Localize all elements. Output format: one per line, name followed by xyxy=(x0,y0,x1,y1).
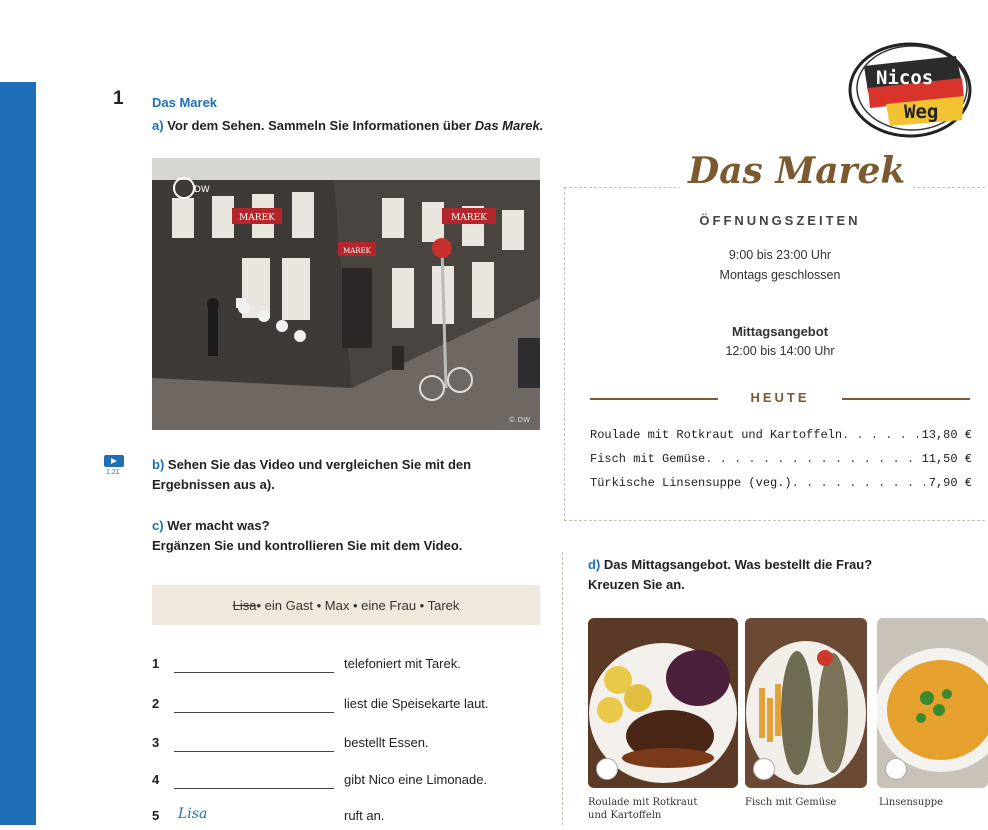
sentence-text: telefoniert mit Tarek. xyxy=(344,656,461,671)
menu-lunch-title: Mittagsangebot xyxy=(731,324,829,339)
sign-door: MAREK xyxy=(343,247,372,255)
menu-closed: Montags geschlossen xyxy=(719,268,841,282)
caption-fish: Fisch mit Gemüse xyxy=(745,797,837,808)
task-d-line1: Das Mittagsangebot. Was bestellt die Fra… xyxy=(603,557,873,572)
task-c-line2: Ergänzen Sie und kontrollieren Sie mit d… xyxy=(152,538,463,553)
task-b-line2: Ergebnissen aus a). xyxy=(152,477,275,492)
dish-name: Roulade mit Rotkraut und Kartoffeln xyxy=(590,428,843,442)
task-b-line1: Sehen Sie das Video und vergleichen Sie … xyxy=(167,457,472,472)
menu-subtitle: ÖFFNUNGSZEITEN xyxy=(699,213,861,228)
menu-title: Das Marek xyxy=(680,150,914,192)
menu-today-header: HEUTE xyxy=(590,390,970,406)
task-c-line1: Wer macht was? xyxy=(167,518,270,533)
sentence-number: 5 xyxy=(152,808,160,823)
dish-leader xyxy=(792,476,925,490)
dish-row: Türkische Linsensuppe (veg.) 7,90 € xyxy=(590,476,972,490)
sentence-number: 4 xyxy=(152,772,160,787)
task-c-letter: c) xyxy=(152,518,164,533)
sentence-number: 1 xyxy=(152,656,160,671)
given-answer: Lisa xyxy=(178,806,208,822)
dish-price: 11,50 € xyxy=(921,452,972,466)
column-divider xyxy=(562,552,563,825)
task-a-letter: a) xyxy=(152,118,164,133)
task-d-line2: Kreuzen Sie an. xyxy=(588,577,685,592)
sentence-text: bestellt Essen. xyxy=(344,735,429,750)
photo-dw-label: DW xyxy=(194,185,210,195)
food-photo-roulade xyxy=(588,618,738,788)
sign-left: MAREK xyxy=(239,213,275,223)
dish-price: 13,80 € xyxy=(921,428,972,442)
sentence-text: liest die Speisekarte laut. xyxy=(344,696,489,711)
dish-row: Fisch mit Gemüse 11,50 € xyxy=(590,452,972,466)
sentence-number: 2 xyxy=(152,696,160,711)
logo-line1: Nicos xyxy=(876,67,933,89)
nicos-weg-logo: Nicos Weg xyxy=(846,40,976,140)
sentence-text: gibt Nico eine Limonade. xyxy=(344,772,488,787)
video-code: 1.21 xyxy=(106,469,120,476)
task-a-text: Vor dem Sehen. Sammeln Sie Informationen… xyxy=(167,118,472,133)
word-rest: • ein Gast • Max • eine Frau • Tarek xyxy=(256,597,460,613)
caption-roulade: Roulade mit Rotkraut und Kartoffeln xyxy=(588,796,697,822)
exercise-title: Das Marek xyxy=(152,95,218,110)
task-a: a) Vor dem Sehen. Sammeln Sie Informatio… xyxy=(152,116,543,136)
food-photo-soup xyxy=(877,618,988,788)
dish-row: Roulade mit Rotkraut und Kartoffeln 13,8… xyxy=(590,428,972,442)
sentence-text: ruft an. xyxy=(344,808,385,823)
dish-leader xyxy=(842,428,918,442)
task-a-emphasis: Das Marek. xyxy=(474,118,544,133)
menu-lunch-hours: 12:00 bis 14:00 Uhr xyxy=(725,344,835,358)
caption-soup: Linsensuppe xyxy=(879,797,944,808)
answer-blank-3[interactable] xyxy=(174,751,334,752)
logo-line2: Weg xyxy=(904,101,938,123)
answer-blank-4[interactable] xyxy=(174,788,334,789)
task-d: d) Das Mittagsangebot. Was bestellt die … xyxy=(588,555,872,595)
dish-leader xyxy=(705,452,917,466)
task-b-letter: b) xyxy=(152,457,165,472)
task-b: b) Sehen Sie das Video und vergleichen S… xyxy=(152,455,471,495)
sentence-number: 3 xyxy=(152,735,160,750)
rule-right xyxy=(842,398,970,400)
choice-checkbox-roulade[interactable] xyxy=(596,758,618,780)
restaurant-photo: MAREK MAREK MAREK DW © DW xyxy=(152,158,540,430)
caption-roulade-line2: und Kartoffeln xyxy=(588,810,662,821)
dish-name: Türkische Linsensuppe (veg.) xyxy=(590,476,792,490)
exercise-number: 1 xyxy=(113,88,124,109)
task-c: c) Wer macht was? Ergänzen Sie und kontr… xyxy=(152,516,462,556)
caption-roulade-line1: Roulade mit Rotkraut xyxy=(588,797,698,808)
choice-checkbox-soup[interactable] xyxy=(885,758,907,780)
choice-checkbox-fish[interactable] xyxy=(753,758,775,780)
dish-name: Fisch mit Gemüse xyxy=(590,452,706,466)
answer-blank-1[interactable] xyxy=(174,672,334,673)
answer-blank-2[interactable] xyxy=(174,712,334,713)
menu-hours: 9:00 bis 23:00 Uhr xyxy=(728,248,832,262)
sign-right: MAREK xyxy=(451,213,487,223)
word-struck: Lisa xyxy=(232,597,257,613)
photo-credit: © DW xyxy=(508,416,530,424)
dish-price: 7,90 € xyxy=(928,476,972,490)
task-d-letter: d) xyxy=(588,557,601,572)
video-icon[interactable] xyxy=(104,455,124,467)
word-box: Lisa • ein Gast • Max • eine Frau • Tare… xyxy=(152,585,540,625)
food-photo-fish xyxy=(745,618,867,788)
page-side-bar xyxy=(0,82,36,825)
